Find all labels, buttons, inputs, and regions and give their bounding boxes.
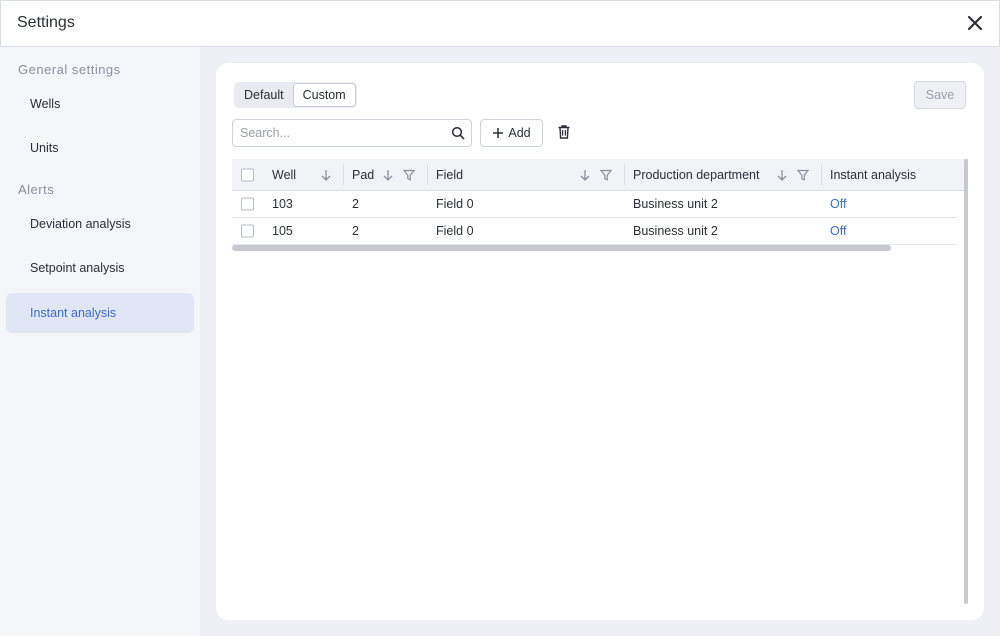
row-checkbox[interactable] bbox=[241, 197, 254, 211]
column-separator[interactable] bbox=[343, 165, 344, 185]
dialog-header: Settings bbox=[0, 0, 1000, 47]
cell-field: Field 0 bbox=[436, 224, 474, 238]
cell-instant-analysis-link[interactable]: Off bbox=[830, 218, 846, 244]
filter-icon[interactable] bbox=[599, 168, 613, 182]
table-row[interactable]: 105 2 Field 0 Business unit 2 Off bbox=[232, 218, 957, 245]
cell-pad: 2 bbox=[352, 197, 359, 211]
column-separator[interactable] bbox=[821, 165, 822, 185]
cell-pad: 2 bbox=[352, 224, 359, 238]
horizontal-scrollbar[interactable] bbox=[232, 245, 891, 251]
cell-field: Field 0 bbox=[436, 197, 474, 211]
filter-icon[interactable] bbox=[796, 168, 810, 182]
column-separator[interactable] bbox=[624, 165, 625, 185]
trash-icon[interactable] bbox=[556, 124, 572, 140]
cell-production-department: Business unit 2 bbox=[633, 224, 718, 238]
search-input[interactable] bbox=[233, 120, 433, 146]
row-checkbox[interactable] bbox=[241, 224, 254, 238]
sidebar-section-general: General settings bbox=[18, 62, 121, 77]
close-icon[interactable] bbox=[965, 13, 985, 33]
column-header-field: Field bbox=[436, 167, 464, 182]
main-area: Default Custom Save Add Well bbox=[200, 47, 1000, 636]
page-title: Settings bbox=[17, 14, 75, 31]
settings-card: Default Custom Save Add Well bbox=[216, 63, 984, 620]
mode-toggle: Default Custom bbox=[234, 82, 357, 108]
column-separator[interactable] bbox=[427, 165, 428, 185]
column-header-instant-analysis: Instant analysis bbox=[830, 167, 917, 182]
mode-default-button[interactable]: Default bbox=[235, 83, 293, 107]
cell-well: 105 bbox=[272, 224, 293, 238]
sidebar-item-wells[interactable]: Wells bbox=[6, 84, 194, 124]
mode-custom-button[interactable]: Custom bbox=[292, 83, 356, 107]
cell-production-department: Business unit 2 bbox=[633, 197, 718, 211]
sort-arrow-down-icon[interactable] bbox=[578, 168, 592, 182]
filter-icon[interactable] bbox=[402, 168, 416, 182]
vertical-scrollbar[interactable] bbox=[964, 159, 968, 604]
column-header-well: Well bbox=[272, 167, 297, 182]
save-button[interactable]: Save bbox=[914, 81, 966, 109]
wells-table: Well Pad Field Production department Ins… bbox=[232, 159, 968, 245]
sidebar-item-units[interactable]: Units bbox=[6, 128, 194, 168]
sort-arrow-down-icon[interactable] bbox=[381, 168, 395, 182]
plus-icon bbox=[493, 128, 504, 138]
sidebar-item-instant-analysis[interactable]: Instant analysis bbox=[6, 293, 194, 333]
sidebar-item-deviation-analysis[interactable]: Deviation analysis bbox=[6, 204, 194, 244]
sort-arrow-down-icon[interactable] bbox=[775, 168, 789, 182]
sidebar: General settings Wells Units Alerts Devi… bbox=[0, 47, 200, 636]
add-button[interactable]: Add bbox=[480, 119, 543, 147]
search-icon[interactable] bbox=[451, 126, 465, 140]
table-row[interactable]: 103 2 Field 0 Business unit 2 Off bbox=[232, 191, 957, 218]
sidebar-item-setpoint-analysis[interactable]: Setpoint analysis bbox=[6, 248, 194, 288]
cell-well: 103 bbox=[272, 197, 293, 211]
sort-arrow-down-icon[interactable] bbox=[319, 168, 333, 182]
add-button-label: Add bbox=[508, 126, 531, 140]
column-header-production-department: Production department bbox=[633, 167, 760, 182]
sidebar-section-alerts: Alerts bbox=[18, 182, 55, 197]
select-all-checkbox[interactable] bbox=[241, 168, 254, 181]
search-box bbox=[232, 119, 472, 147]
column-header-pad: Pad bbox=[352, 167, 375, 182]
table-header: Well Pad Field Production department Ins… bbox=[232, 159, 968, 191]
cell-instant-analysis-link[interactable]: Off bbox=[830, 191, 846, 217]
